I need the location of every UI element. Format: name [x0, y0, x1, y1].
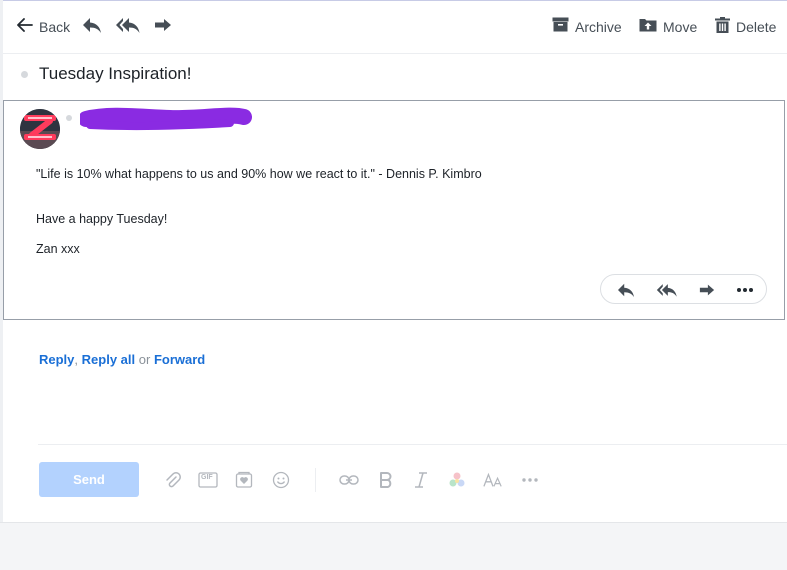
reply-comma: , [74, 352, 79, 367]
quick-reply-links: Reply, Reply all or Forward [39, 352, 205, 367]
italic-icon [415, 472, 427, 488]
read-status-dot [21, 71, 28, 78]
paperclip-icon [166, 472, 181, 488]
reply-all-link[interactable]: Reply all [82, 352, 135, 367]
send-button[interactable]: Send [39, 462, 139, 497]
gif-button[interactable]: GIF [198, 470, 218, 490]
inline-reply-all-button[interactable] [656, 279, 678, 301]
archive-label: Archive [575, 19, 622, 35]
more-dots-icon [522, 478, 538, 482]
message-body-quote: "Life is 10% what happens to us and 90% … [36, 167, 482, 181]
text-color-button[interactable] [447, 470, 467, 490]
move-folder-icon [639, 17, 657, 37]
arrow-left-icon [17, 17, 33, 37]
more-actions-button[interactable] [734, 279, 756, 301]
redacted-sender-name [78, 105, 252, 138]
archive-button[interactable]: Archive [552, 14, 622, 40]
forward-icon [153, 16, 173, 39]
insert-link-button[interactable] [339, 470, 359, 490]
sender-status-dot [66, 115, 72, 121]
reply-button[interactable] [81, 14, 103, 40]
gif-label: GIF [201, 474, 213, 481]
color-palette-icon [449, 472, 465, 487]
font-size-button[interactable] [483, 470, 503, 490]
sender-avatar[interactable] [20, 109, 60, 149]
page-footer-area [0, 522, 787, 570]
italic-button[interactable] [411, 470, 431, 490]
move-button[interactable]: Move [639, 14, 697, 40]
reply-all-icon [656, 284, 677, 297]
forward-link[interactable]: Forward [154, 352, 205, 367]
delete-button[interactable]: Delete [715, 14, 776, 40]
inline-forward-button[interactable] [696, 279, 718, 301]
message-body-greeting: Have a happy Tuesday! [36, 212, 168, 226]
back-button[interactable]: Back [17, 14, 70, 40]
more-formatting-button[interactable] [520, 470, 540, 490]
trash-icon [715, 16, 730, 38]
bold-button[interactable] [376, 470, 396, 490]
subject-row: Tuesday Inspiration! [3, 53, 787, 99]
message-actions-pill [600, 274, 767, 304]
smiley-icon [272, 471, 290, 489]
font-size-icon [483, 472, 502, 487]
move-label: Move [663, 19, 698, 35]
or-text: or [138, 352, 151, 367]
message-card: "Life is 10% what happens to us and 90% … [3, 100, 785, 320]
reply-all-button[interactable] [115, 14, 141, 40]
back-label: Back [39, 19, 71, 35]
compose-toolbar-separator [315, 468, 316, 492]
inline-reply-button[interactable] [615, 279, 637, 301]
forward-icon [699, 284, 715, 296]
stationery-heart-icon [235, 471, 253, 488]
reply-icon [618, 283, 634, 298]
attach-button[interactable] [163, 470, 183, 490]
compose-divider [38, 444, 787, 445]
bold-icon [380, 472, 392, 488]
reply-icon [81, 16, 103, 39]
more-dots-icon [737, 288, 753, 292]
message-body-signature: Zan xxx [36, 242, 80, 256]
link-icon [339, 475, 359, 485]
delete-label: Delete [736, 19, 777, 35]
reply-link[interactable]: Reply [39, 352, 74, 367]
archive-icon [552, 17, 569, 37]
reply-all-icon [115, 16, 141, 39]
message-toolbar: Back Archive Move Delete [3, 1, 787, 54]
message-subject: Tuesday Inspiration! [39, 64, 192, 83]
stationery-button[interactable] [234, 470, 254, 490]
forward-button[interactable] [153, 14, 173, 40]
emoji-button[interactable] [271, 470, 291, 490]
